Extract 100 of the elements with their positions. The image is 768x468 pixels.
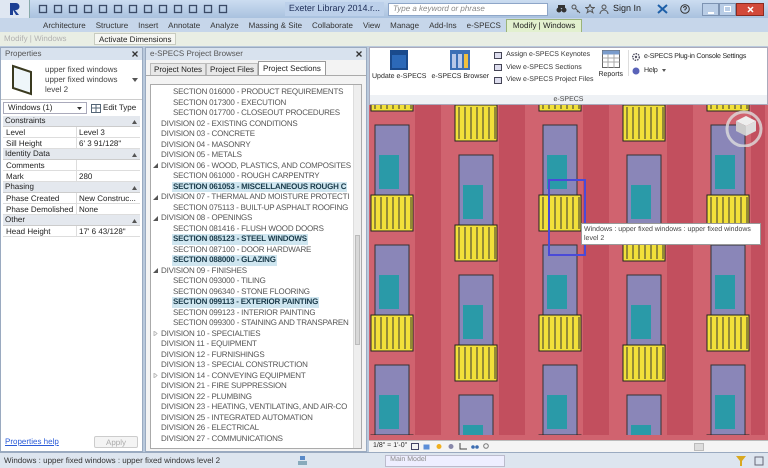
dropdown-arrow-icon (77, 106, 82, 110)
panel-tab[interactable]: Project Sections (258, 61, 326, 75)
property-name: Head Height (3, 226, 77, 236)
ribbon-tab[interactable]: e-SPECS (462, 19, 506, 32)
division-item[interactable]: DIVISION 13 - SPECIAL CONSTRUCTION (160, 360, 309, 370)
star-icon[interactable] (584, 4, 595, 14)
division-item[interactable]: DIVISION 06 - WOOD, PLASTICS, AND COMPOSITES (160, 160, 352, 171)
property-value[interactable]: None (77, 204, 140, 214)
expanded-arrow-icon[interactable] (153, 216, 158, 221)
panel-title: Properties (5, 48, 42, 60)
division-item[interactable]: DIVISION 12 - FURNISHINGS (160, 350, 266, 360)
section-item[interactable]: SECTION 099123 - INTERIOR PAINTING (172, 308, 316, 318)
activate-dimensions-button[interactable]: Activate Dimensions (94, 33, 176, 45)
section-item[interactable]: SECTION 061053 - MISCELLANEOUS ROUGH C (172, 182, 348, 192)
section-item[interactable]: SECTION 093000 - TILING (172, 276, 267, 286)
panel-tab[interactable]: Project Files (206, 63, 258, 75)
section-item[interactable]: SECTION 099113 - EXTERIOR PAINTING (172, 297, 320, 308)
edit-type-icon (91, 104, 101, 112)
division-item[interactable]: DIVISION 21 - FIRE SUPPRESSION (160, 381, 288, 392)
context-label: Modify | Windows (4, 33, 68, 45)
division-item[interactable]: DIVISION 02 - EXISTING CONDITIONS (160, 118, 299, 129)
ribbon-tab[interactable]: Structure (90, 19, 134, 32)
close-icon (746, 6, 754, 12)
section-item[interactable]: SECTION 081416 - FLUSH WOOD DOORS (172, 224, 325, 234)
property-name: Sill Height (3, 138, 77, 148)
user-icon[interactable] (598, 4, 609, 14)
ribbon-tab[interactable]: Architecture (38, 19, 91, 32)
dropdown-arrow-icon[interactable] (132, 78, 138, 82)
section-item[interactable]: SECTION 096340 - STONE FLOORING (172, 286, 311, 297)
ribbon-tab[interactable]: Manage (385, 19, 424, 32)
division-item[interactable]: DIVISION 07 - THERMAL AND MOISTURE PROTECTI (160, 192, 350, 202)
section-item[interactable]: SECTION 085123 - STEEL WINDOWS (172, 234, 308, 244)
property-name: Phase Created (3, 193, 77, 203)
property-value[interactable]: 6' 3 91/128" (77, 138, 140, 148)
division-item[interactable]: DIVISION 25 - INTEGRATED AUTOMATION (160, 412, 314, 423)
property-name: Mark (3, 171, 77, 181)
collapse-icon[interactable] (132, 118, 137, 124)
ribbon-tab[interactable]: Analyze (205, 19, 244, 32)
glasses-icon[interactable] (471, 443, 480, 450)
ribbon-tab[interactable]: Add-Ins (424, 19, 462, 32)
section-item[interactable]: SECTION 099300 - STAINING AND TRANSPAREN (172, 318, 350, 328)
close-button[interactable] (736, 2, 764, 16)
division-item[interactable]: DIVISION 22 - PLUMBING (160, 392, 253, 402)
division-item[interactable]: DIVISION 10 - SPECIALTIES (160, 328, 262, 339)
section-item[interactable]: SECTION 087100 - DOOR HARDWARE (172, 244, 312, 255)
close-icon[interactable] (356, 51, 362, 57)
section-item[interactable]: SECTION 017700 - CLOSEOUT PROCEDURES (172, 108, 341, 118)
edit-type-button[interactable]: Edit Type (91, 102, 136, 114)
division-item[interactable]: DIVISION 04 - MASONRY (160, 140, 252, 150)
division-item[interactable]: DIVISION 23 - HEATING, VENTILATING, AND AIR-CO (160, 402, 348, 412)
panel-tab[interactable]: Project Notes (150, 63, 206, 75)
maximize-icon (724, 6, 731, 12)
expanded-arrow-icon[interactable] (153, 268, 158, 274)
section-item[interactable]: SECTION 016000 - PRODUCT REQUIREMENTS (172, 87, 344, 98)
collapse-icon[interactable] (132, 152, 137, 156)
maximize-button[interactable] (719, 2, 736, 16)
help-icon[interactable] (680, 4, 690, 14)
ribbon-tab[interactable]: Insert (133, 19, 164, 32)
crop-icon[interactable] (459, 443, 468, 450)
division-item[interactable]: DIVISION 14 - CONVEYING EQUIPMENT (160, 370, 307, 381)
sign-in-button[interactable]: Sign In (612, 2, 641, 16)
app-logo-icon (8, 2, 22, 16)
group-header: Identity Data (4, 148, 50, 160)
property-value[interactable]: 17' 6 43/128" (77, 226, 140, 236)
search-field[interactable]: Type a keyword or phrase (388, 2, 548, 16)
section-item[interactable]: SECTION 075113 - BUILT-UP ASPHALT ROOFING (172, 202, 350, 213)
expanded-arrow-icon[interactable] (153, 163, 158, 168)
section-item[interactable]: SECTION 061000 - ROUGH CARPENTRY (172, 171, 320, 182)
instance-selector[interactable]: Windows (1) (3, 102, 87, 114)
division-item[interactable]: DIVISION 08 - OPENINGS (160, 213, 254, 224)
ribbon-tab[interactable]: View (358, 19, 386, 32)
division-item[interactable]: DIVISION 26 - ELECTRICAL (160, 423, 260, 434)
properties-help-link[interactable]: Properties help (5, 436, 59, 448)
binoculars-icon[interactable] (556, 4, 567, 14)
minimize-button[interactable] (702, 2, 719, 16)
section-item[interactable]: SECTION 017300 - EXECUTION (172, 98, 288, 108)
division-item[interactable]: DIVISION 09 - FINISHES (160, 266, 248, 276)
gear-icon (632, 53, 640, 62)
application-menu-button[interactable] (0, 0, 30, 18)
collapse-icon[interactable] (132, 184, 137, 190)
property-value[interactable]: Level 3 (77, 127, 140, 137)
division-item[interactable]: DIVISION 05 - METALS (160, 150, 243, 160)
division-item[interactable]: DIVISION 27 - COMMUNICATIONS (160, 434, 284, 444)
key-icon[interactable] (570, 4, 581, 14)
vertical-scrollbar[interactable] (353, 85, 361, 448)
division-item[interactable]: DIVISION 03 - CONCRETE (160, 129, 256, 140)
horizontal-scroll-thumb[interactable] (694, 442, 704, 450)
scroll-thumb[interactable] (355, 235, 360, 345)
window-title: Exeter Library 2014.r... (284, 2, 384, 16)
close-icon[interactable] (132, 51, 138, 57)
division-item[interactable]: DIVISION 11 - EQUIPMENT (160, 339, 258, 350)
property-value[interactable]: New Construc... (77, 193, 140, 203)
ribbon-tab[interactable]: Annotate (163, 19, 206, 32)
collapse-icon[interactable] (132, 218, 137, 222)
ribbon-tab[interactable]: Modify | Windows (506, 19, 582, 32)
section-item[interactable]: SECTION 088000 - GLAZING (172, 255, 277, 266)
property-value[interactable]: 280 (77, 171, 140, 181)
expanded-arrow-icon[interactable] (153, 194, 158, 200)
ribbon-tab[interactable]: Massing & Site (244, 19, 308, 32)
ribbon-tab[interactable]: Collaborate (307, 19, 358, 32)
